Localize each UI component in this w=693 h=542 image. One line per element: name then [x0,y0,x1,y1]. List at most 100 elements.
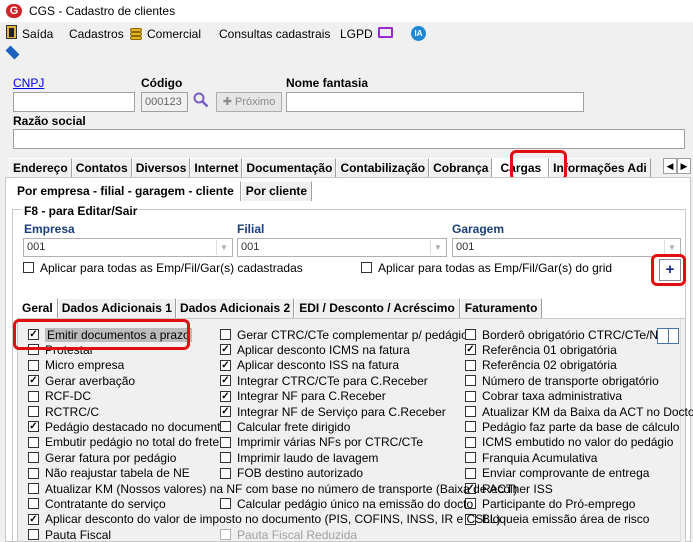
option-checkbox[interactable]: Calcular pedágio único na emissão do doc… [220,496,473,511]
checkbox-box[interactable] [465,467,476,479]
option-checkbox[interactable]: Borderô obrigatório CTRC/CTe/NF [465,327,665,342]
option-checkbox[interactable]: Referência 02 obrigatória [465,358,617,373]
option-checkbox[interactable]: ✓ Aplicar desconto do valor de imposto no… [28,512,501,527]
checkbox-box[interactable] [28,529,39,541]
tab-contabilizacao[interactable]: Contabilização [336,158,430,178]
checkbox-box[interactable] [465,406,476,417]
apply-all-registered-checkbox[interactable]: Aplicar para todas as Emp/Fil/Gar(s) cad… [23,260,303,275]
checkbox-box[interactable] [465,329,476,340]
filial-combo[interactable]: 001 ▼ [237,238,447,257]
option-checkbox[interactable]: ✓ Pedágio destacado no documento [28,419,227,434]
nome-fantasia-field[interactable] [286,92,584,112]
garagem-combo[interactable]: 001 ▼ [452,238,681,257]
option-checkbox[interactable]: Contratante do serviço [28,496,166,511]
option-checkbox[interactable]: ✓ Gerar averbação [28,373,135,388]
tab-endereco[interactable]: Endereço [9,158,72,178]
menu-lgpd[interactable]: LGPD [340,27,373,41]
option-checkbox[interactable]: ✓ Integrar CTRC/CTe para C.Receber [220,373,428,388]
checkbox-box[interactable] [28,406,39,417]
checkbox-box[interactable] [28,390,39,402]
codigo-field[interactable]: 000123 [141,92,188,112]
checkbox-checked-icon[interactable]: ✓ [28,513,39,525]
checkbox-checked-icon[interactable]: ✓ [465,344,476,356]
cnpj-label[interactable]: CNPJ [13,76,44,90]
checkbox-checked-icon[interactable]: ✓ [28,421,39,433]
option-checkbox[interactable]: ✓ Integrar NF de Serviço para C.Receber [220,404,446,419]
diamond-icon[interactable] [5,45,20,60]
razao-social-field[interactable] [13,129,685,149]
checkbox-box[interactable] [23,262,34,273]
checkbox-box[interactable] [220,452,231,464]
tab-diversos[interactable]: Diversos [131,158,191,178]
option-checkbox[interactable]: Número de transporte obrigatório [465,373,659,388]
tab-contatos[interactable]: Contatos [71,158,132,178]
checkbox-box[interactable] [465,452,476,464]
checkbox-box[interactable] [220,421,231,433]
checkbox-checked-icon[interactable]: ✓ [220,375,231,387]
dropdown-arrow-icon[interactable]: ▼ [664,240,679,255]
checkbox-box[interactable] [220,529,231,541]
tab-faturamento[interactable]: Faturamento [459,298,543,318]
book-icon[interactable] [657,328,679,344]
vertical-scrollbar[interactable] [680,319,685,542]
option-checkbox[interactable]: Franquia Acumulativa [465,450,597,465]
option-checkbox[interactable]: Gerar CTRC/CTe complementar p/ pedágio [220,327,468,342]
menu-comercial[interactable]: Comercial [147,27,201,41]
tab-documentacao[interactable]: Documentação [242,158,337,178]
option-checkbox[interactable]: Embutir pedágio no total do frete [28,435,219,450]
option-checkbox[interactable]: FOB destino autorizado [220,466,363,481]
apply-all-grid-checkbox[interactable]: Aplicar para todas as Emp/Fil/Gar(s) do … [361,260,612,275]
tab-dados-adicionais-2[interactable]: Dados Adicionais 2 [175,298,295,318]
checkbox-checked-icon[interactable]: ✓ [28,375,39,387]
checkbox-box[interactable] [28,467,39,479]
checkbox-box[interactable] [28,359,39,371]
option-checkbox[interactable]: ICMS embutido no valor do pedágio [465,435,673,450]
tab-cobranca[interactable]: Cobrança [429,158,493,178]
option-checkbox[interactable]: Atualizar KM da Baixa da ACT no Docto [465,404,693,419]
option-checkbox[interactable]: ✓ Aplicar desconto ISS na fatura [220,358,399,373]
option-checkbox[interactable]: Micro empresa [28,358,124,373]
option-checkbox[interactable]: Pedágio faz parte da base de cálculo [465,419,679,434]
checkbox-box[interactable] [220,467,231,479]
ia-icon[interactable]: IA [411,26,426,41]
option-checkbox[interactable]: ✓ Aplicar desconto ICMS na fatura [220,342,410,357]
checkbox-box[interactable] [465,436,476,448]
scroll-right-icon[interactable]: ▶ [677,158,691,174]
option-checkbox[interactable]: Não reajustar tabela de NE [28,466,190,481]
checkbox-box[interactable] [465,359,476,371]
option-checkbox[interactable]: Cobrar taxa administrativa [465,389,622,404]
empresa-combo[interactable]: 001 ▼ [23,238,233,257]
search-icon[interactable] [193,92,209,108]
checkbox-box[interactable] [28,483,39,494]
dropdown-arrow-icon[interactable]: ▼ [430,240,445,255]
option-checkbox[interactable]: ✓ Referência 01 obrigatória [465,342,617,357]
checkbox-box[interactable] [465,421,476,433]
checkbox-box[interactable] [465,390,476,402]
checkbox-checked-icon[interactable]: ✓ [220,390,231,402]
tab-dados-adicionais-1[interactable]: Dados Adicionais 1 [57,298,176,318]
checkbox-box[interactable] [28,498,39,510]
tab-por-empresa[interactable]: Por empresa - filial - garagem - cliente [10,181,241,201]
option-checkbox[interactable]: Atualizar KM (Nossos valores) na NF com … [28,481,517,496]
dropdown-arrow-icon[interactable]: ▼ [216,240,231,255]
menu-consultas-cadastrais[interactable]: Consultas cadastrais [219,27,330,41]
menu-cadastros[interactable]: Cadastros [69,27,124,41]
checkbox-box[interactable] [220,436,231,448]
checkbox-checked-icon[interactable]: ✓ [220,406,231,417]
tab-internet[interactable]: Internet [190,158,243,178]
option-checkbox[interactable]: Imprimir várias NFs por CTRC/CTe [220,435,423,450]
menu-saida[interactable]: Saída [22,27,53,41]
cnpj-field[interactable] [13,92,135,112]
checkbox-box[interactable] [361,262,372,273]
option-checkbox[interactable]: Enviar comprovante de entrega [465,466,649,481]
option-checkbox[interactable]: RCTRC/C [28,404,99,419]
option-checkbox[interactable]: Pauta Fiscal [28,527,111,542]
option-checkbox[interactable]: ✓ Integrar NF para C.Receber [220,389,386,404]
tab-por-cliente[interactable]: Por cliente [240,181,313,201]
checkbox-box[interactable] [220,498,231,510]
checkbox-checked-icon[interactable]: ✓ [220,359,231,371]
tab-geral[interactable]: Geral [17,298,58,318]
monitor-icon[interactable] [378,27,393,38]
option-checkbox[interactable]: Gerar fatura por pedágio [28,450,176,465]
checkbox-box[interactable] [465,375,476,387]
